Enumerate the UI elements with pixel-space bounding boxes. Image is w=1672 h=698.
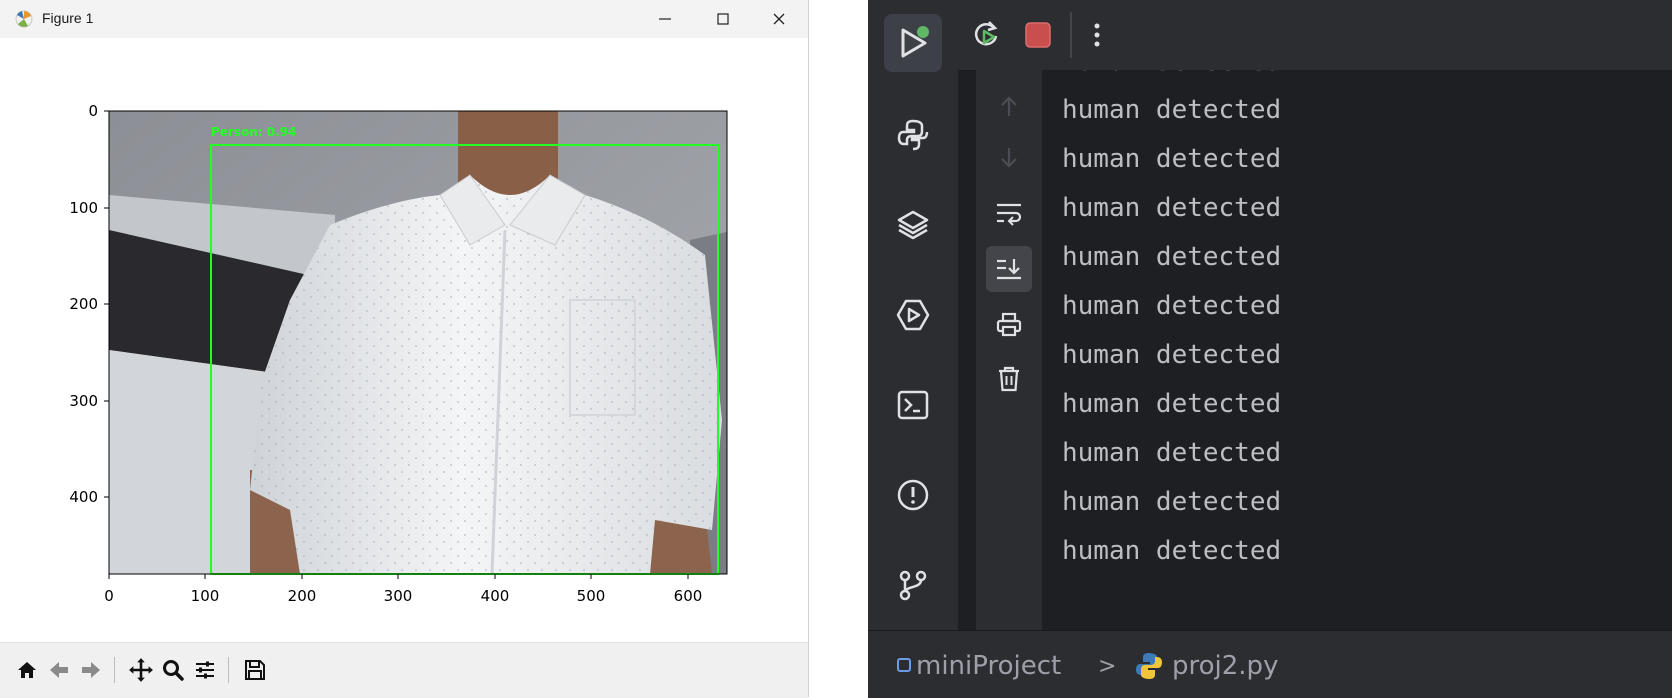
close-button[interactable]: [756, 4, 802, 34]
clear-all-button[interactable]: [986, 356, 1032, 402]
minimize-button[interactable]: [642, 4, 688, 34]
y-tick-label: 200: [69, 295, 98, 313]
scroll-up-button[interactable]: [986, 84, 1032, 130]
webcam-frame-image: [109, 111, 727, 574]
rerun-icon: [974, 21, 998, 46]
layers-button[interactable]: [884, 196, 942, 254]
run-tool-button[interactable]: [884, 14, 942, 72]
scroll-to-end-icon: [997, 259, 1021, 280]
zoom-icon: [163, 660, 184, 681]
rerun-button[interactable]: [966, 15, 1006, 55]
ide-run-panel: human detected human detected human dete…: [868, 0, 1672, 698]
ide-tool-window-bar: [868, 0, 959, 630]
status-bar: miniProject > proj2.py: [868, 630, 1672, 698]
version-control-button[interactable]: [884, 556, 942, 614]
console-line: human detected: [1062, 389, 1282, 419]
run-toolbar: [958, 0, 1672, 71]
figure-titlebar: Figure 1: [0, 0, 808, 38]
console-line: human detected: [1062, 95, 1282, 125]
figure-title: Figure 1: [42, 10, 94, 26]
pan-icon: [129, 658, 153, 682]
zoom-button[interactable]: [158, 655, 188, 685]
console-line: human detected: [1062, 536, 1282, 566]
print-button[interactable]: [986, 302, 1032, 348]
figure-window: Figure 1 Person: 0.94 0 100 200 300 400 …: [0, 0, 809, 698]
arrow-up-icon: [1001, 96, 1017, 116]
scroll-down-button[interactable]: [986, 134, 1032, 180]
more-vertical-icon: [1094, 23, 1100, 47]
console-line: human detected: [1062, 438, 1282, 468]
configure-subplots-icon: [196, 661, 214, 679]
y-tick-label: 100: [69, 199, 98, 217]
console-line: human detected: [1062, 144, 1282, 174]
breadcrumb-separator: >: [1098, 654, 1117, 679]
toolbar-separator: [114, 657, 115, 683]
home-button[interactable]: [12, 655, 42, 685]
x-tick-label: 600: [674, 587, 703, 605]
module-folder-icon: [897, 658, 911, 672]
problems-button[interactable]: [884, 466, 942, 524]
configure-subplots-button[interactable]: [190, 655, 220, 685]
toolbar-separator: [228, 657, 229, 683]
python-file-icon: [1136, 653, 1162, 679]
console-line: human detected: [1062, 340, 1282, 370]
figure-toolbar: [0, 642, 808, 698]
forward-icon: [82, 662, 100, 678]
close-icon: [773, 13, 785, 25]
services-icon: [896, 299, 930, 331]
soft-wrap-button[interactable]: [986, 190, 1032, 236]
problems-icon: [897, 479, 929, 511]
maximize-icon: [717, 13, 729, 25]
back-button[interactable]: [44, 655, 74, 685]
minimize-icon: [659, 18, 671, 20]
x-tick-label: 0: [104, 587, 114, 605]
x-axis: 0 100 200 300 400 500 600: [104, 574, 702, 605]
forward-button[interactable]: [76, 655, 106, 685]
y-tick-label: 400: [69, 488, 98, 506]
soft-wrap-icon: [997, 203, 1022, 226]
git-branch-icon: [899, 570, 927, 601]
back-icon: [50, 662, 68, 678]
y-tick-label: 300: [69, 392, 98, 410]
terminal-icon: [897, 390, 929, 420]
services-button[interactable]: [884, 286, 942, 344]
save-button[interactable]: [240, 655, 270, 685]
x-tick-label: 300: [384, 587, 413, 605]
x-tick-label: 100: [191, 587, 220, 605]
console-output[interactable]: human detected human detected human dete…: [1042, 70, 1672, 630]
scroll-to-end-button[interactable]: [986, 246, 1032, 292]
python-icon: [897, 119, 929, 151]
save-icon: [245, 660, 265, 680]
run-icon: [901, 26, 929, 58]
toolbar-separator: [1070, 12, 1072, 58]
trash-icon: [999, 366, 1019, 392]
breadcrumb-file[interactable]: proj2.py: [1172, 651, 1278, 681]
console-line: human detected: [1062, 242, 1282, 272]
detection-label: Person: 0.94: [211, 125, 296, 139]
plot-canvas[interactable]: Person: 0.94 0 100 200 300 400 0 100 200…: [0, 38, 808, 640]
home-icon: [18, 662, 36, 678]
console-line: human detected: [1062, 193, 1282, 223]
breadcrumb-project[interactable]: miniProject: [916, 651, 1061, 681]
x-tick-label: 500: [577, 587, 606, 605]
console-actions: [976, 70, 1042, 630]
python-console-button[interactable]: [884, 106, 942, 164]
console-line: human detected: [1062, 487, 1282, 517]
terminal-button[interactable]: [884, 376, 942, 434]
layers-icon: [897, 210, 929, 240]
console-line: human detected: [1062, 291, 1282, 321]
arrow-down-icon: [1001, 148, 1017, 168]
y-tick-label: 0: [88, 102, 98, 120]
matplotlib-app-icon: [15, 10, 33, 28]
x-tick-label: 400: [481, 587, 510, 605]
x-tick-label: 200: [288, 587, 317, 605]
stop-button[interactable]: [1018, 15, 1058, 55]
console-line: human detected: [1042, 70, 1281, 87]
maximize-button[interactable]: [700, 4, 746, 34]
pan-button[interactable]: [126, 655, 156, 685]
more-options-button[interactable]: [1082, 15, 1112, 55]
stop-icon: [1025, 22, 1051, 48]
print-icon: [996, 312, 1022, 337]
y-axis: 0 100 200 300 400: [69, 102, 109, 506]
